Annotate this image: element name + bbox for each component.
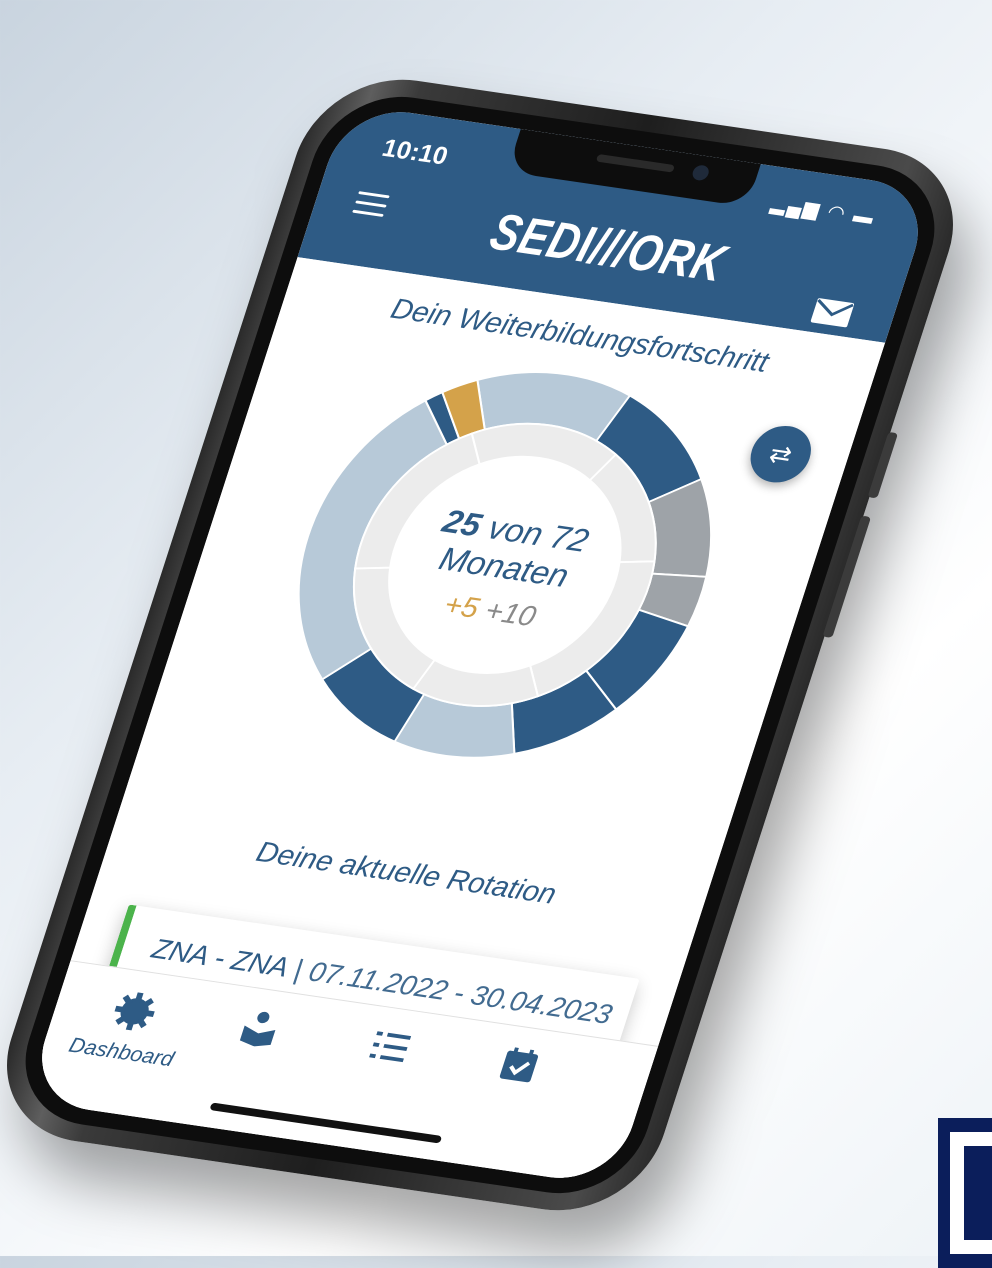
dashboard-gear-icon xyxy=(114,992,155,1031)
volume-button xyxy=(867,431,899,499)
tab-dashboard-label: Dashboard xyxy=(66,1032,177,1072)
mail-icon[interactable] xyxy=(809,297,856,329)
progress-current: 25 xyxy=(438,503,486,544)
camera xyxy=(690,164,711,182)
reading-person-icon xyxy=(239,1011,276,1047)
other-months: +10 xyxy=(481,594,540,633)
speaker xyxy=(595,153,675,173)
tab-calendar[interactable] xyxy=(454,1039,583,1098)
tab-dashboard[interactable]: Dashboard xyxy=(60,983,199,1073)
scene: 10:10 ▂▄▆ ◠ ▬ SEDI///ORK Dein Weiterbild… xyxy=(0,0,992,1268)
tab-learning[interactable] xyxy=(195,1001,324,1060)
calendar-check-icon xyxy=(499,1047,539,1083)
status-icons: ▂▄▆ ◠ ▬ xyxy=(768,191,879,229)
brand-logo-fragment xyxy=(938,1118,992,1268)
battery-icon: ▬ xyxy=(850,205,879,229)
dashboard-content: Dein Weiterbildungsfortschritt ⇄ 25 von … xyxy=(25,257,886,1187)
tab-checklist[interactable] xyxy=(325,1020,454,1079)
phone-device: 10:10 ▂▄▆ ◠ ▬ SEDI///ORK Dein Weiterbild… xyxy=(0,67,978,1223)
status-time: 10:10 xyxy=(378,133,452,171)
wifi-icon: ◠ xyxy=(824,201,850,225)
planned-months: +5 xyxy=(440,589,483,625)
checklist-icon xyxy=(369,1031,412,1063)
swap-arrows-icon: ⇄ xyxy=(765,438,796,470)
signal-icon: ▂▄▆ xyxy=(768,193,824,221)
